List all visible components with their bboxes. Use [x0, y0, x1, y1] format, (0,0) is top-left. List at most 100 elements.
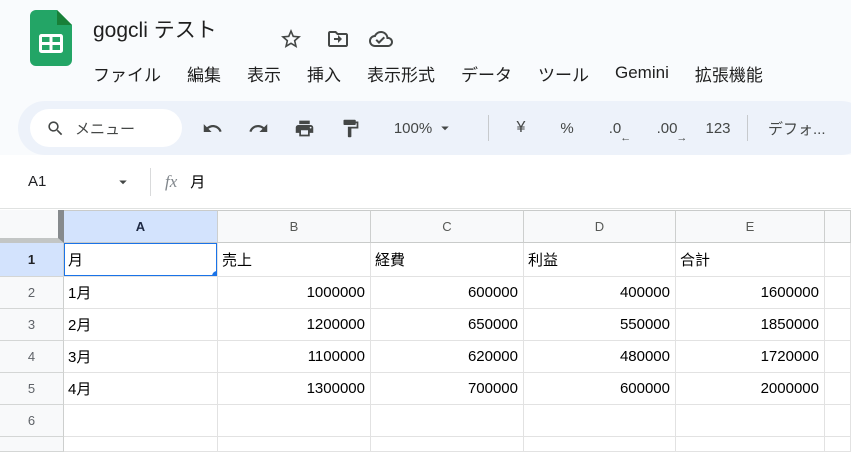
- cell-F7[interactable]: [825, 437, 851, 452]
- menu-bar: ファイル 編集 表示 挿入 表示形式 データ ツール Gemini 拡張機能: [80, 56, 776, 90]
- cell-A5[interactable]: 4月: [64, 373, 218, 405]
- paint-format-button[interactable]: [328, 108, 372, 148]
- column-header-C[interactable]: C: [371, 210, 524, 243]
- cell-F4[interactable]: [825, 341, 851, 373]
- cell-B7[interactable]: [218, 437, 371, 452]
- cell-C2[interactable]: 600000: [371, 277, 524, 309]
- menu-item-9[interactable]: 拡張機能: [682, 61, 776, 86]
- paint-format-icon: [343, 119, 358, 137]
- name-box[interactable]: A1: [0, 173, 140, 191]
- cell-B5[interactable]: 1300000: [218, 373, 371, 405]
- redo-icon: [248, 123, 267, 132]
- row-header-1[interactable]: 1: [0, 243, 64, 277]
- cell-E1[interactable]: 合計: [676, 243, 825, 277]
- cell-A3[interactable]: 2月: [64, 309, 218, 341]
- column-header-D[interactable]: D: [524, 210, 676, 243]
- cell-E3[interactable]: 1850000: [676, 309, 825, 341]
- font-name: デフォ...: [768, 120, 826, 138]
- zoom-select[interactable]: 100%: [376, 108, 472, 148]
- undo-icon: [203, 123, 222, 132]
- format-currency-button[interactable]: ¥: [499, 108, 543, 148]
- cell-C6[interactable]: [371, 405, 524, 437]
- menu-item-8[interactable]: Gemini: [602, 63, 682, 83]
- cell-F2[interactable]: [825, 277, 851, 309]
- formula-input[interactable]: 月: [190, 171, 205, 192]
- cell-C7[interactable]: [371, 437, 524, 452]
- star-icon[interactable]: [279, 27, 303, 51]
- grid: A B C D E 1 月売上 経費 利益 合計 2 1月 1000000 600000 400000 160…: [0, 210, 851, 452]
- move-to-folder-icon[interactable]: [326, 27, 350, 51]
- cell-E5[interactable]: 2000000: [676, 373, 825, 405]
- cell-A1[interactable]: 月: [64, 243, 218, 277]
- spreadsheet-app: gogcli テスト ファイル 編集 表示 挿入 表示形式 データ ツール Gemini 拡張機…: [0, 0, 851, 452]
- cell-F1[interactable]: [825, 243, 851, 277]
- cell-B2[interactable]: 1000000: [218, 277, 371, 309]
- cell-E6[interactable]: [676, 405, 825, 437]
- column-header-A[interactable]: A: [64, 210, 218, 243]
- cell-A2[interactable]: 1月: [64, 277, 218, 309]
- cell-D4[interactable]: 480000: [524, 341, 676, 373]
- cell-C3[interactable]: 650000: [371, 309, 524, 341]
- cell-E7[interactable]: [676, 437, 825, 452]
- cell-F5[interactable]: [825, 373, 851, 405]
- cell-A7[interactable]: [64, 437, 218, 452]
- formula-bar: A1 fx 月: [0, 155, 851, 209]
- toolbar-divider: [747, 115, 748, 141]
- menu-item-3[interactable]: 表示: [234, 61, 294, 86]
- column-header-F[interactable]: [825, 210, 851, 243]
- menu-item-1[interactable]: ファイル: [80, 61, 174, 86]
- increase-decimal-button[interactable]: .00 →: [641, 108, 693, 148]
- cell-F3[interactable]: [825, 309, 851, 341]
- cell-E2[interactable]: 1600000: [676, 277, 825, 309]
- cell-B3[interactable]: 1200000: [218, 309, 371, 341]
- more-formats-button[interactable]: 123: [695, 108, 741, 148]
- cell-F6[interactable]: [825, 405, 851, 437]
- row-header-6[interactable]: 6: [0, 405, 64, 437]
- menu-item-7[interactable]: ツール: [525, 61, 602, 86]
- select-all-corner[interactable]: [0, 210, 64, 243]
- print-icon: [295, 120, 313, 136]
- cloud-saved-icon[interactable]: [369, 27, 393, 51]
- cell-D2[interactable]: 400000: [524, 277, 676, 309]
- font-select[interactable]: デフォ...: [756, 108, 838, 148]
- search-menus-label: メニュー: [75, 120, 136, 138]
- cell-B1[interactable]: 売上: [218, 243, 371, 277]
- row-header-3[interactable]: 3: [0, 309, 64, 341]
- fill-handle[interactable]: [212, 271, 217, 276]
- row-header-4[interactable]: 4: [0, 341, 64, 373]
- cell-C5[interactable]: 700000: [371, 373, 524, 405]
- column-header-B[interactable]: B: [218, 210, 371, 243]
- menu-item-2[interactable]: 編集: [174, 61, 234, 86]
- cell-C4[interactable]: 620000: [371, 341, 524, 373]
- row-header-7[interactable]: [0, 437, 64, 452]
- cell-C1[interactable]: 経費: [371, 243, 524, 277]
- cell-B4[interactable]: 1100000: [218, 341, 371, 373]
- formula-bar-divider: [150, 167, 151, 196]
- cell-D7[interactable]: [524, 437, 676, 452]
- undo-button[interactable]: [190, 108, 234, 148]
- cell-B6[interactable]: [218, 405, 371, 437]
- column-header-E[interactable]: E: [676, 210, 825, 243]
- cell-E4[interactable]: 1720000: [676, 341, 825, 373]
- row-header-2[interactable]: 2: [0, 277, 64, 309]
- cell-A6[interactable]: [64, 405, 218, 437]
- menu-item-4[interactable]: 挿入: [294, 61, 354, 86]
- sheets-logo-icon[interactable]: [30, 10, 72, 66]
- cell-D6[interactable]: [524, 405, 676, 437]
- row-header-5[interactable]: 5: [0, 373, 64, 405]
- cell-D1[interactable]: 利益: [524, 243, 676, 277]
- menu-item-5[interactable]: 表示形式: [354, 61, 448, 86]
- toolbar-divider: [488, 115, 489, 141]
- cell-A4[interactable]: 3月: [64, 341, 218, 373]
- format-percent-button[interactable]: %: [545, 108, 589, 148]
- redo-button[interactable]: [236, 108, 280, 148]
- decrease-decimal-button[interactable]: .0 ←: [591, 108, 639, 148]
- cell-D5[interactable]: 600000: [524, 373, 676, 405]
- print-button[interactable]: [282, 108, 326, 148]
- menu-item-6[interactable]: データ: [448, 61, 525, 86]
- document-title[interactable]: gogcli テスト: [93, 14, 217, 44]
- cell-D3[interactable]: 550000: [524, 309, 676, 341]
- search-icon: [48, 120, 63, 135]
- search-menus-button[interactable]: メニュー: [30, 109, 182, 147]
- selection-border: [64, 243, 217, 276]
